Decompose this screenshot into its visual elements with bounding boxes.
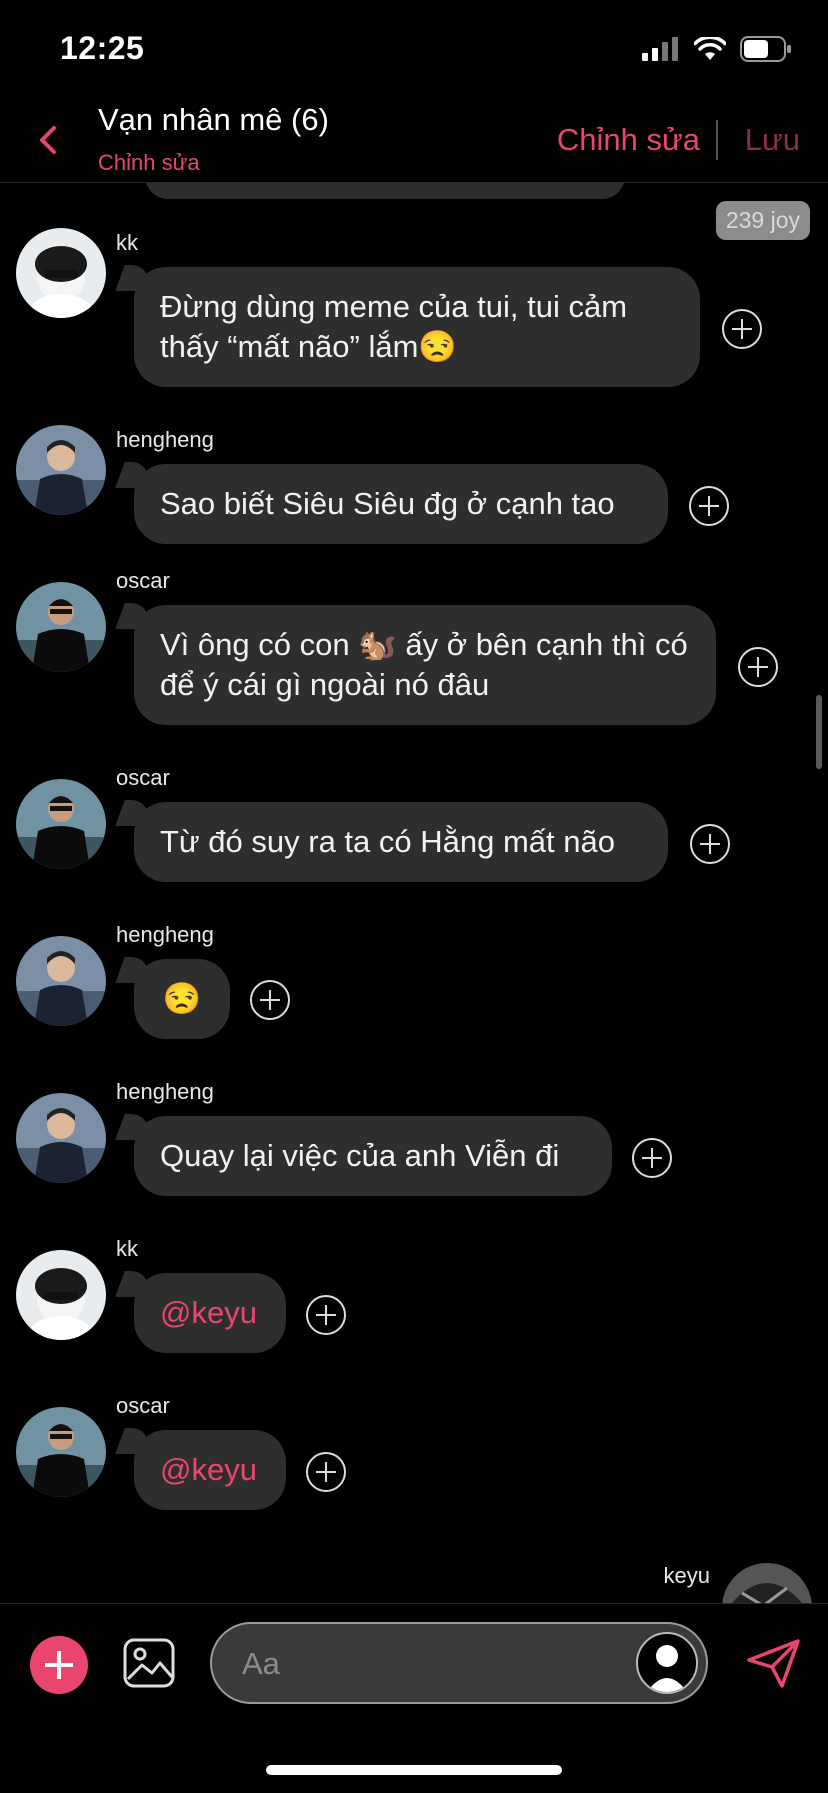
person-silhouette-icon: [647, 1645, 687, 1692]
message-input-wrapper: [210, 1622, 708, 1704]
sender-name: oscar: [116, 765, 170, 790]
status-bar: 12:25: [0, 0, 828, 100]
avatar-hengheng[interactable]: [16, 936, 106, 1026]
image-button[interactable]: [122, 1637, 176, 1694]
sender-name: kk: [116, 1236, 138, 1261]
back-button[interactable]: [30, 118, 70, 162]
sender-name: hengheng: [116, 1079, 214, 1104]
avatar-oscar[interactable]: [16, 779, 106, 869]
mention-bubble[interactable]: @keyu: [134, 1273, 286, 1353]
battery-icon: [740, 36, 791, 62]
add-attachment-button[interactable]: [30, 1636, 88, 1694]
chat-subtitle-edit-link[interactable]: Chỉnh sửa: [98, 150, 200, 176]
avatar-hengheng[interactable]: [16, 425, 106, 515]
message-list[interactable]: 239 joy kk Đừng dùng meme của tui, tui c…: [0, 183, 828, 1603]
sticker-avatar-button[interactable]: [636, 1632, 698, 1694]
add-reaction-button[interactable]: [306, 1295, 346, 1335]
self-sender-name: keyu: [663, 1563, 710, 1588]
message-bubble[interactable]: Đừng dùng meme của tui, tui cảm thấy “mấ…: [134, 267, 700, 387]
send-icon: [747, 1639, 800, 1688]
add-reaction-button[interactable]: [306, 1452, 346, 1492]
add-reaction-button[interactable]: [250, 980, 290, 1020]
avatar-kk[interactable]: [16, 228, 106, 318]
avatar-oscar[interactable]: [16, 582, 106, 672]
send-button[interactable]: [746, 1638, 802, 1695]
status-time: 12:25: [60, 30, 145, 66]
message-bubble[interactable]: Quay lại việc của anh Viễn đi: [134, 1116, 612, 1196]
joy-badge: 239 joy: [715, 201, 810, 240]
message-bubble[interactable]: Từ đó suy ra ta có Hằng mất não: [134, 802, 668, 882]
status-icons: [642, 36, 792, 62]
avatar-oscar[interactable]: [16, 1407, 106, 1497]
sender-name: hengheng: [116, 427, 214, 452]
save-button[interactable]: Lưu: [745, 122, 800, 158]
avatar-hengheng[interactable]: [16, 1093, 106, 1183]
add-reaction-button[interactable]: [689, 486, 729, 526]
edit-button[interactable]: Chỉnh sửa: [557, 122, 700, 158]
header-divider: [716, 120, 718, 160]
signal-icon: [642, 37, 678, 61]
avatar-keyu[interactable]: [722, 1563, 812, 1603]
previous-message-bubble: [145, 183, 625, 199]
add-reaction-button[interactable]: [722, 309, 762, 349]
message-bubble[interactable]: 😒: [134, 959, 230, 1039]
image-icon: [123, 1638, 175, 1688]
sender-name: oscar: [116, 568, 170, 593]
sender-name: hengheng: [116, 922, 214, 947]
message-bubble[interactable]: Vì ông có con 🐿️ ấy ở bên cạnh thì có để…: [134, 605, 716, 725]
chevron-left-icon: [40, 126, 56, 154]
add-reaction-button[interactable]: [690, 824, 730, 864]
wifi-icon: [694, 37, 726, 60]
add-reaction-button[interactable]: [632, 1138, 672, 1178]
avatar-kk[interactable]: [16, 1250, 106, 1340]
home-indicator[interactable]: [266, 1765, 562, 1775]
scrollbar[interactable]: [816, 695, 822, 769]
add-reaction-button[interactable]: [738, 647, 778, 687]
message-input[interactable]: [240, 1624, 584, 1704]
message-bubble[interactable]: Sao biết Siêu Siêu đg ở cạnh tao: [134, 464, 668, 544]
mention-bubble[interactable]: @keyu: [134, 1430, 286, 1510]
sender-name: oscar: [116, 1393, 170, 1418]
chat-title: Vạn nhân mê (6): [98, 102, 329, 137]
chat-header: Vạn nhân mê (6) Chỉnh sửa Chỉnh sửa Lưu: [0, 100, 828, 183]
sender-name: kk: [116, 230, 138, 255]
